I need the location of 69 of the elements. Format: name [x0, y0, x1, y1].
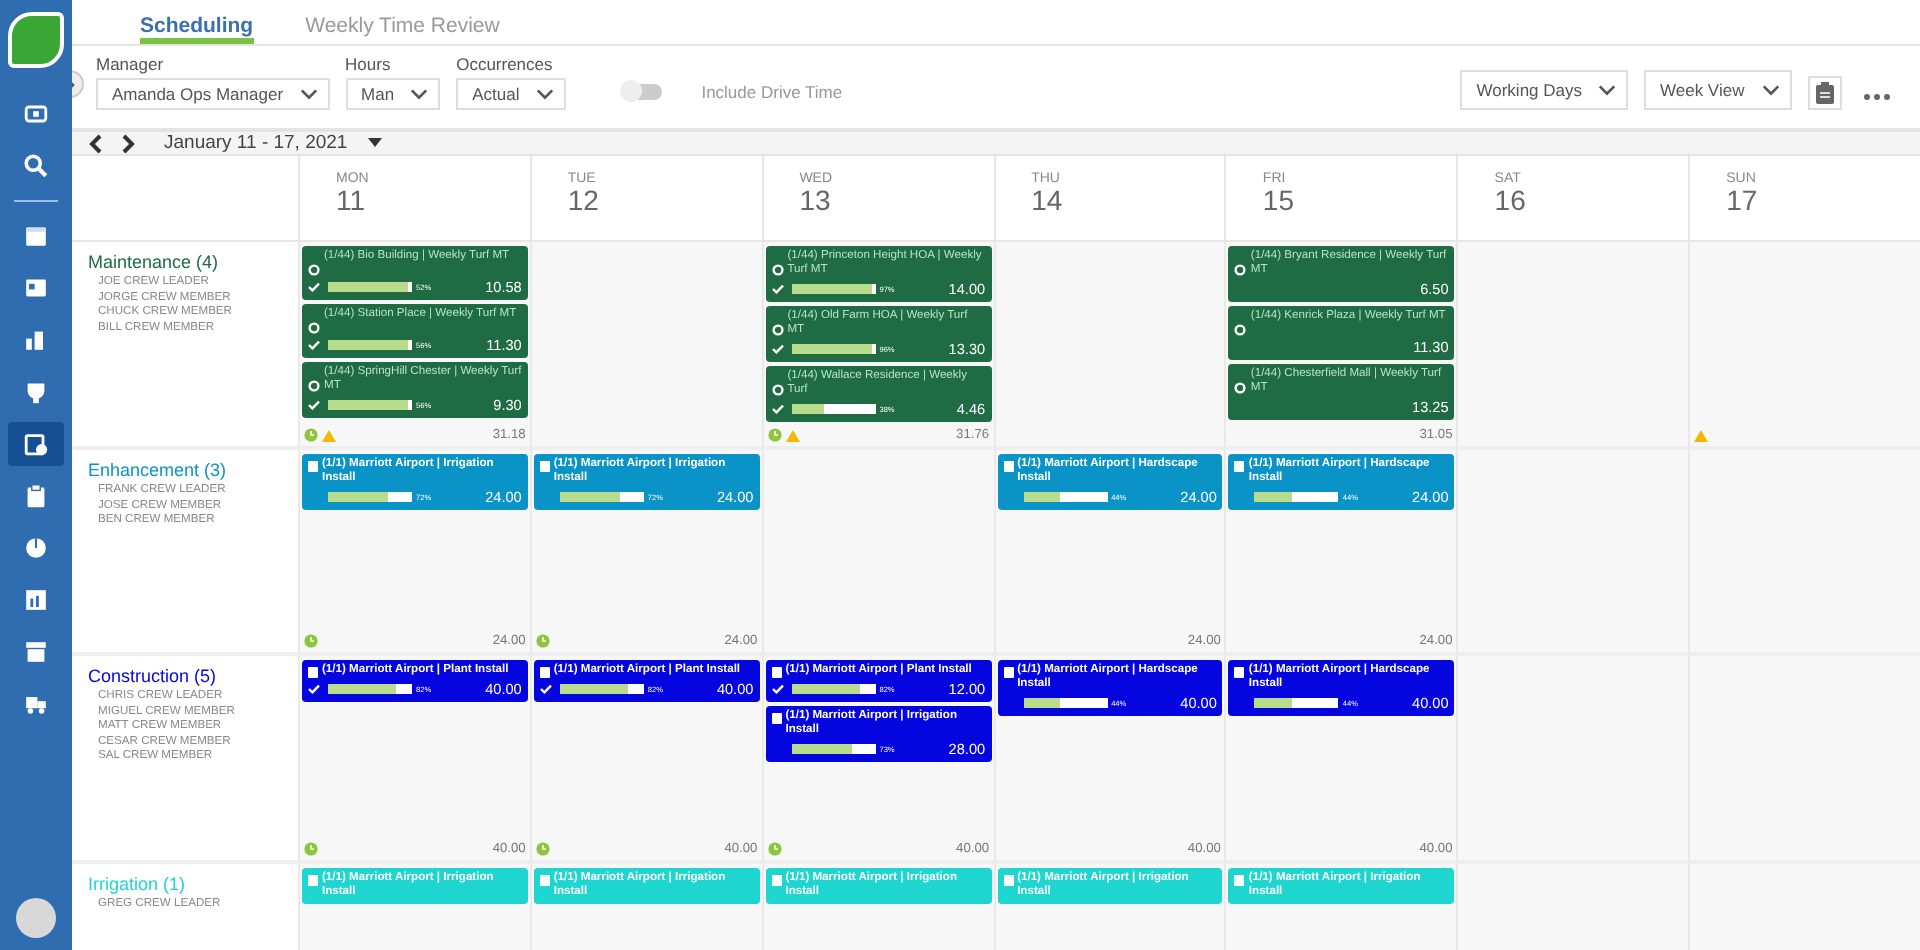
crew-name[interactable]: Maintenance (4)	[88, 252, 298, 272]
clipboard-icon	[539, 460, 550, 472]
chevron-down-icon	[1598, 84, 1616, 96]
clipboard-icon	[539, 874, 550, 886]
avatar[interactable]	[16, 898, 56, 938]
field-label: Occurrences	[456, 54, 555, 74]
clipboard-icon	[1234, 460, 1245, 472]
crew-name[interactable]: Construction (5)	[88, 666, 298, 686]
schedule-cell[interactable]	[1456, 242, 1689, 450]
clipboard-icon	[308, 666, 318, 678]
clipboard-icon	[771, 712, 782, 724]
clipboard-icon	[771, 666, 782, 678]
calendar-icon	[22, 222, 50, 250]
clipboard-icon	[1234, 666, 1245, 678]
clipboard-icon	[771, 874, 782, 886]
schedule-cell[interactable]	[993, 242, 1225, 450]
day-number: 14	[1031, 186, 1065, 214]
toggle-label: Include Drive Time	[701, 82, 843, 102]
date-range[interactable]: January 11 - 17, 2021	[164, 132, 348, 154]
wallet-icon	[22, 100, 50, 128]
app-logo[interactable]	[8, 12, 64, 68]
day-number: 15	[1262, 186, 1296, 214]
dropdown[interactable]: Week View	[1644, 70, 1792, 110]
search-icon	[22, 152, 50, 180]
clipboard-icon	[1234, 874, 1245, 886]
clipboard-icon	[1003, 666, 1014, 678]
clipboard-icon	[308, 874, 318, 886]
sidebar-item[interactable]	[8, 422, 64, 466]
tab[interactable]: Scheduling	[140, 0, 254, 44]
calendar-clock-icon	[22, 430, 50, 458]
archive-icon	[22, 638, 50, 666]
schedule-cell[interactable]	[761, 450, 994, 656]
caret-down-icon[interactable]	[367, 138, 382, 148]
clipboard-icon	[308, 460, 318, 472]
pie-chart-icon	[22, 534, 50, 562]
schedule-cell[interactable]	[1456, 656, 1689, 864]
report-icon	[22, 586, 50, 614]
clipboard-icon	[1816, 82, 1834, 104]
day-number: 16	[1494, 186, 1528, 214]
chevron-down-icon	[410, 88, 429, 100]
schedule-cell[interactable]	[1688, 242, 1920, 450]
next-button[interactable]	[122, 133, 136, 153]
day-number: 11	[336, 186, 368, 214]
chevron-down-icon	[1762, 84, 1780, 96]
crew-name[interactable]: Enhancement (3)	[88, 460, 298, 480]
dropdown[interactable]: Working Days	[1460, 70, 1628, 110]
clipboard-icon	[1003, 460, 1014, 472]
chevron-left-icon	[88, 133, 102, 153]
clipboard-button[interactable]	[1808, 76, 1842, 110]
chevron-right-icon	[122, 133, 136, 153]
dropdown[interactable]: Actual	[456, 78, 566, 110]
day-number: 17	[1726, 186, 1760, 214]
clipboard-icon	[22, 482, 50, 510]
day-number: 12	[567, 186, 601, 214]
chevron-down-icon	[535, 88, 554, 100]
dropdown[interactable]: Amanda Ops Manager	[96, 78, 330, 110]
toggle-switch[interactable]	[621, 84, 662, 100]
schedule-cell[interactable]	[529, 242, 762, 450]
previous-button[interactable]	[88, 133, 102, 153]
clipboard-icon	[539, 666, 550, 678]
field-label: Hours	[345, 54, 393, 74]
field-label: Manager	[96, 54, 166, 74]
day-number: 13	[799, 186, 833, 214]
chevron-down-icon	[299, 88, 318, 100]
schedule-cell[interactable]	[1456, 450, 1689, 656]
trophy-icon	[22, 378, 50, 406]
id-card-icon	[22, 274, 50, 302]
clipboard-icon	[1003, 874, 1014, 886]
dropdown[interactable]: Man	[345, 78, 441, 110]
